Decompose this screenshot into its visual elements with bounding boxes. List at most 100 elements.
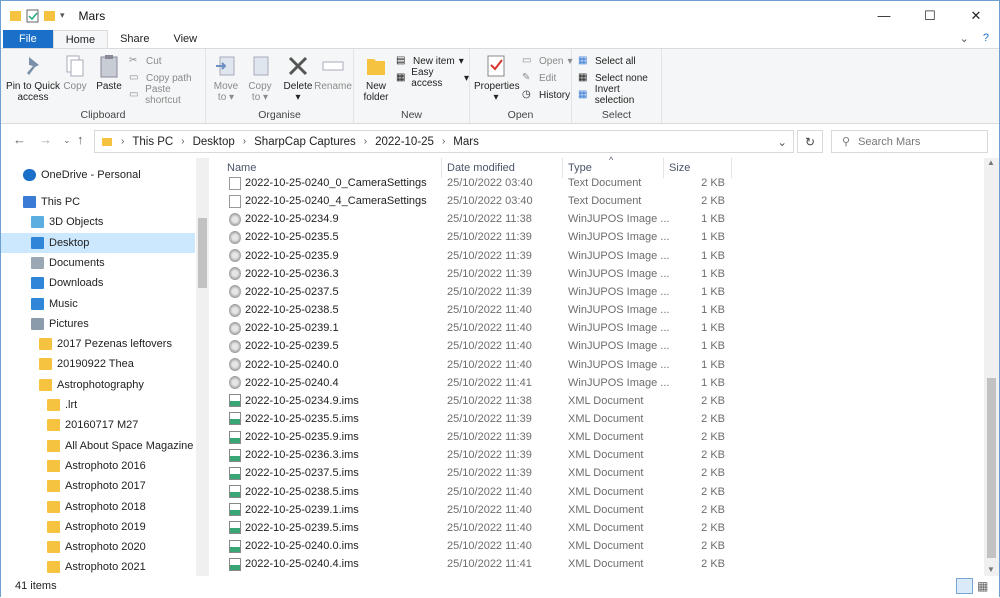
new-folder-icon[interactable] [43, 9, 56, 23]
history-button[interactable]: ◷ History [522, 87, 570, 103]
file-row[interactable]: 2022-10-25-0239.1 25/10/2022 11:40 WinJUPO… [219, 319, 981, 337]
new-folder-button[interactable]: New folder [358, 53, 394, 103]
file-row[interactable]: 2022-10-25-0236.3 25/10/2022 11:39 WinJUPO… [219, 265, 981, 283]
file-row[interactable]: 2022-10-25-0237.5.ims 25/10/2022 11:39 XML… [219, 464, 981, 482]
address-box[interactable]: › This PC › Desktop › SharpCap Captures … [94, 130, 794, 153]
file-row[interactable]: 2022-10-25-0235.5.ims 25/10/2022 11:39 XML… [219, 410, 981, 428]
edit-button[interactable]: ✎ Edit [522, 70, 556, 86]
details-view-icon[interactable] [956, 578, 973, 594]
column-name[interactable]: Name [227, 162, 256, 174]
nav-item-onedrive-personal[interactable]: OneDrive - Personal [1, 165, 195, 185]
recent-locations-chevron-icon[interactable]: ⌄ [63, 135, 71, 146]
column-type[interactable]: Type [568, 162, 592, 174]
nav-item-astrophoto-2018[interactable]: Astrophoto 2018 [1, 497, 195, 517]
move-to-button[interactable]: Move to ▾ [210, 53, 242, 103]
nav-item-3d-objects[interactable]: 3D Objects [1, 212, 195, 232]
minimize-button[interactable]: — [861, 1, 907, 30]
nav-item-astrophoto-2021[interactable]: Astrophoto 2021 [1, 557, 195, 576]
nav-item-20190922-thea[interactable]: 20190922 Thea [1, 354, 195, 374]
back-arrow-icon[interactable]: ← [13, 132, 26, 147]
breadcrumb-mars[interactable]: Mars [453, 136, 479, 148]
tab-share[interactable]: Share [108, 30, 161, 48]
file-row[interactable]: 2022-10-25-0238.5 25/10/2022 11:40 WinJUPO… [219, 301, 981, 319]
column-size[interactable]: Size [669, 162, 690, 174]
breadcrumb-desktop[interactable]: Desktop [193, 136, 235, 148]
file-row[interactable]: 2022-10-25-0240_0_CameraSettings 25/10/20… [219, 175, 981, 192]
file-row[interactable]: 2022-10-25-0240.0.ims 25/10/2022 11:40 XML… [219, 537, 981, 555]
nav-item-desktop[interactable]: Desktop [1, 232, 195, 253]
breadcrumb-sharpcap-captures[interactable]: SharpCap Captures [254, 136, 356, 148]
nav-item-20160717-m27[interactable]: 20160717 M27 [1, 415, 195, 435]
close-button[interactable]: ✕ [953, 1, 999, 30]
breadcrumb-this-pc[interactable]: This PC [132, 136, 173, 148]
delete-button[interactable]: Delete ▾ [282, 53, 314, 103]
paste-button[interactable]: Paste [93, 53, 125, 92]
nav-scrollbar-thumb[interactable] [198, 218, 207, 288]
nav-item-all-about-space-magazine[interactable]: All About Space Magazine [1, 436, 195, 456]
nav-item-astrophoto-2019[interactable]: Astrophoto 2019 [1, 517, 195, 537]
file-row[interactable]: 2022-10-25-0240.4 25/10/2022 11:41 WinJUPO… [219, 374, 981, 392]
column-date-modified[interactable]: Date modified [447, 162, 515, 174]
file-row[interactable]: 2022-10-25-0235.5 25/10/2022 11:39 WinJUPO… [219, 228, 981, 246]
chevron-right-icon: › [242, 136, 247, 147]
file-row[interactable]: 2022-10-25-0235.9 25/10/2022 11:39 WinJUPO… [219, 247, 981, 265]
nav-item--lrt[interactable]: .lrt [1, 395, 195, 415]
open-button[interactable]: ▭ Open ▾ [522, 53, 573, 69]
file-row[interactable]: 2022-10-25-0236.3.ims 25/10/2022 11:39 XML… [219, 446, 981, 464]
nav-scrollbar[interactable] [196, 158, 209, 576]
scroll-up-icon[interactable]: ▲ [987, 158, 995, 167]
file-list-scrollbar[interactable]: ▲ ▼ [984, 158, 999, 576]
breadcrumb-date[interactable]: 2022-10-25 [375, 136, 434, 148]
expand-ribbon-icon[interactable]: ⌄ [960, 32, 969, 45]
nav-item-documents[interactable]: Documents [1, 253, 195, 273]
nav-item-2017-pezenas-leftovers[interactable]: 2017 Pezenas leftovers [1, 334, 195, 354]
refresh-button[interactable]: ↻ [797, 130, 823, 153]
copy-to-button[interactable]: Copy to ▾ [244, 53, 276, 103]
file-row[interactable]: 2022-10-25-0235.9.ims 25/10/2022 11:39 XML… [219, 428, 981, 446]
maximize-button[interactable]: ☐ [907, 1, 953, 30]
nav-item-astrophoto-2016[interactable]: Astrophoto 2016 [1, 456, 195, 476]
file-row[interactable]: 2022-10-25-0234.9.ims 25/10/2022 11:38 XML… [219, 392, 981, 410]
invert-selection-button[interactable]: ▦ Invert selection [578, 84, 661, 106]
file-row[interactable]: 2022-10-25-0234.9 25/10/2022 11:38 WinJUPO… [219, 210, 981, 228]
tab-file[interactable]: File [3, 30, 53, 48]
easy-access-button[interactable]: ▦ Easy access ▾ [396, 67, 469, 89]
file-row[interactable]: 2022-10-25-0239.1.ims 25/10/2022 11:40 XML… [219, 501, 981, 519]
properties-check-icon[interactable] [26, 9, 39, 23]
file-row[interactable]: 2022-10-25-0240.0 25/10/2022 11:40 WinJUPO… [219, 356, 981, 374]
file-row[interactable]: 2022-10-25-0237.5 25/10/2022 11:39 WinJUPO… [219, 283, 981, 301]
file-list-scrollbar-thumb[interactable] [987, 378, 996, 558]
file-size: 2 KB [701, 449, 725, 462]
nav-item-pictures[interactable]: Pictures [1, 314, 195, 334]
file-type: WinJUPOS Image ... [568, 231, 670, 244]
nav-item-downloads[interactable]: Downloads [1, 273, 195, 293]
tab-view[interactable]: View [161, 30, 209, 48]
nav-item-astrophotography[interactable]: Astrophotography [1, 375, 195, 395]
properties-button[interactable]: Properties ▾ [474, 53, 520, 103]
file-row[interactable]: 2022-10-25-0239.5 25/10/2022 11:40 WinJUPO… [219, 337, 981, 355]
up-arrow-icon[interactable]: ↑ [77, 132, 84, 147]
paste-shortcut-button[interactable]: ▭ Paste shortcut [129, 84, 205, 106]
search-input[interactable]: ⚲ Search Mars [831, 130, 988, 153]
help-icon[interactable]: ? [983, 32, 989, 45]
file-row[interactable]: 2022-10-25-0240_4_CameraSettings 25/10/20… [219, 192, 981, 210]
nav-item-this-pc[interactable]: This PC [1, 192, 195, 212]
select-all-button[interactable]: ▦ Select all [578, 53, 636, 69]
nav-item-music[interactable]: Music [1, 294, 195, 314]
rename-button[interactable]: Rename [314, 53, 352, 92]
nav-item-astrophoto-2017[interactable]: Astrophoto 2017 [1, 476, 195, 496]
file-type: XML Document [568, 540, 644, 552]
nav-item-astrophoto-2020[interactable]: Astrophoto 2020 [1, 537, 195, 557]
file-row[interactable]: 2022-10-25-0240.4.ims 25/10/2022 11:41 XML… [219, 555, 981, 573]
cut-button[interactable]: ✂ Cut [129, 53, 162, 69]
forward-arrow-icon[interactable]: → [39, 132, 52, 147]
address-dropdown-icon[interactable]: ⌄ [777, 135, 787, 149]
copy-button[interactable]: Copy [59, 53, 91, 92]
file-row[interactable]: 2022-10-25-0239.5.ims 25/10/2022 11:40 XML… [219, 519, 981, 537]
scroll-down-icon[interactable]: ▼ [987, 565, 995, 574]
customize-toolbar-icon[interactable]: ▾ [60, 10, 65, 21]
large-icons-view-icon[interactable]: ▦ [977, 579, 988, 593]
file-row[interactable]: 2022-10-25-0238.5.ims 25/10/2022 11:40 XML… [219, 483, 981, 501]
pin-quick-access-button[interactable]: Pin to Quick access [5, 53, 61, 103]
tab-home[interactable]: Home [52, 30, 109, 48]
